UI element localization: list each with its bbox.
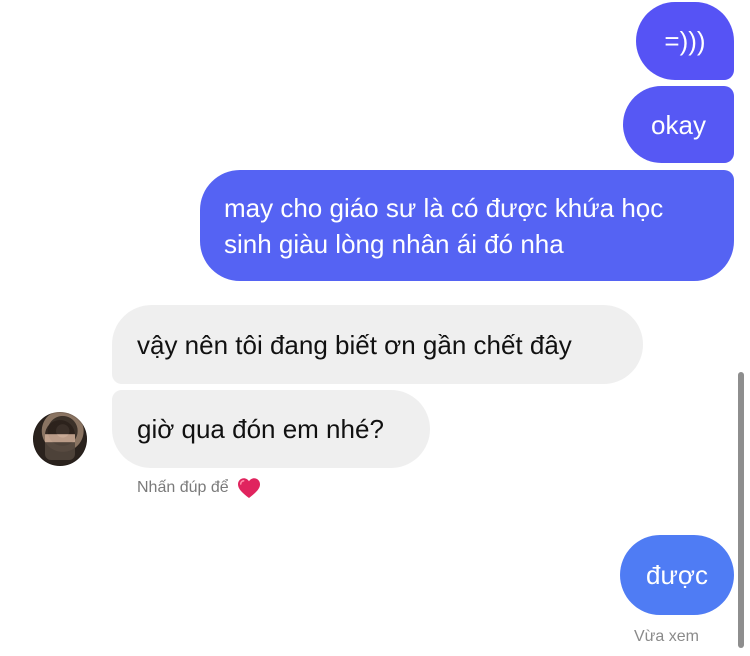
message-text: được bbox=[646, 560, 708, 590]
contact-avatar[interactable] bbox=[33, 412, 87, 466]
message-text: vậy nên tôi đang biết ơn gần chết đây bbox=[137, 329, 572, 360]
sent-message-bubble[interactable]: okay bbox=[623, 86, 734, 163]
message-text: =))) bbox=[664, 26, 706, 56]
message-text: okay bbox=[651, 109, 706, 140]
avatar-photo bbox=[45, 420, 75, 460]
seen-status: Vừa xem bbox=[634, 628, 699, 645]
scrollbar[interactable] bbox=[738, 372, 744, 648]
message-text: may cho giáo sư là có được khứa học sinh… bbox=[224, 193, 664, 259]
heart-icon bbox=[237, 478, 260, 498]
reaction-hint-text: Nhấn đúp để bbox=[137, 479, 229, 496]
sent-message-bubble[interactable]: được bbox=[620, 535, 734, 615]
double-tap-reaction-hint: Nhấn đúp để bbox=[137, 476, 261, 500]
message-thread: =))) okay may cho giáo sư là có được khứ… bbox=[0, 0, 750, 656]
message-text: giờ qua đón em nhé? bbox=[137, 414, 384, 444]
sent-message-bubble[interactable]: =))) bbox=[636, 2, 734, 80]
received-message-bubble[interactable]: giờ qua đón em nhé? bbox=[112, 390, 430, 468]
received-message-bubble[interactable]: vậy nên tôi đang biết ơn gần chết đây bbox=[112, 305, 643, 384]
sent-message-bubble[interactable]: may cho giáo sư là có được khứa học sinh… bbox=[200, 170, 734, 281]
